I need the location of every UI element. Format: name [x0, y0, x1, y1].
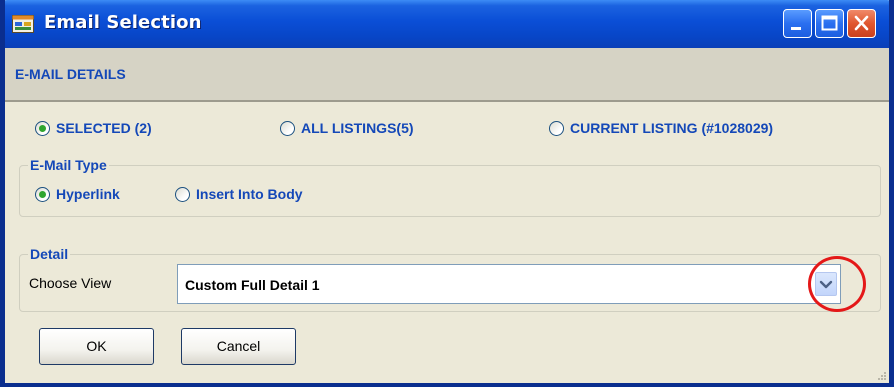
radio-insert-into-body[interactable]: Insert Into Body: [175, 186, 303, 202]
radio-current-listing-label: CURRENT LISTING (#1028029): [570, 120, 774, 136]
radio-unchecked-icon: [280, 120, 295, 136]
maximize-button[interactable]: [815, 9, 844, 38]
radio-insert-into-body-label: Insert Into Body: [196, 186, 303, 202]
radio-all-listings-label: ALL LISTINGS(5): [301, 120, 414, 136]
radio-checked-icon: [35, 186, 50, 202]
close-button[interactable]: [847, 9, 876, 38]
radio-selected[interactable]: SELECTED (2): [35, 120, 152, 136]
choose-view-dropdown[interactable]: Custom Full Detail 1: [177, 264, 841, 304]
email-type-group-label: E-Mail Type: [28, 157, 109, 173]
details-header: E-MAIL DETAILS: [5, 48, 889, 102]
detail-group-label: Detail: [28, 246, 71, 262]
cancel-button[interactable]: Cancel: [181, 328, 296, 365]
ok-button[interactable]: OK: [39, 328, 154, 365]
email-selection-window: Email Selection E-MAIL DETAILS SELECTED …: [0, 0, 894, 387]
maximize-icon: [821, 15, 838, 31]
section-title: E-MAIL DETAILS: [15, 66, 126, 82]
radio-unchecked-icon: [175, 186, 190, 202]
resize-grip-icon[interactable]: [875, 369, 887, 381]
highlight-ring-annotation: [808, 256, 866, 312]
title-bar[interactable]: Email Selection: [5, 0, 889, 48]
radio-hyperlink-label: Hyperlink: [56, 186, 120, 202]
choose-view-selected-value: Custom Full Detail 1: [185, 277, 320, 293]
app-form-icon[interactable]: [12, 15, 34, 33]
window-title: Email Selection: [44, 12, 202, 33]
minimize-button[interactable]: [783, 9, 812, 38]
email-type-group: E-Mail Type: [19, 157, 881, 217]
radio-all-listings[interactable]: ALL LISTINGS(5): [280, 120, 414, 136]
radio-unchecked-icon: [549, 120, 564, 136]
choose-view-label: Choose View: [29, 275, 112, 291]
radio-current-listing[interactable]: CURRENT LISTING (#1028029): [549, 120, 773, 136]
radio-checked-icon: [35, 120, 50, 136]
radio-hyperlink[interactable]: Hyperlink: [35, 186, 120, 202]
close-icon: [854, 15, 869, 31]
radio-selected-label: SELECTED (2): [56, 120, 152, 136]
minimize-icon: [791, 27, 801, 30]
